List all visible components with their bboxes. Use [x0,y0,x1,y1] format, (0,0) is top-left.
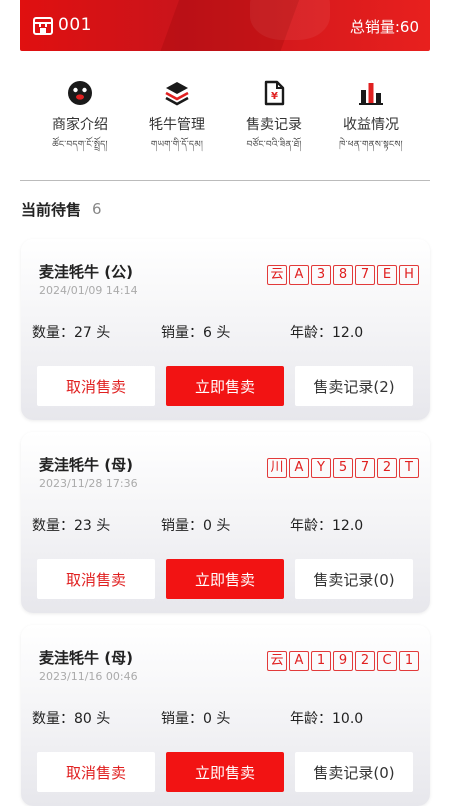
plate-char: A [289,265,309,285]
plate-char: T [399,458,419,478]
total-sales: 总销量:60 [349,18,419,36]
plate-char: 3 [311,265,331,285]
plate-char: 川 [267,458,287,478]
menu-sublabel: བཙོང་བའི་ཟིན་ཐོ། [246,140,302,150]
yak-name: 麦洼牦牛 (公) [39,263,133,281]
listing-time: 2024/01/09 14:14 [39,284,138,297]
cancel-sale-button[interactable]: 取消售卖 [37,752,155,792]
sales-record-button[interactable]: 售卖记录(0) [295,559,413,599]
yak-name: 麦洼牦牛 (母) [39,456,133,474]
sales-record-button[interactable]: 售卖记录(2) [295,366,413,406]
license-plate: 云 A 1 9 2 C 1 [267,651,419,671]
age: 年龄：12.0 [290,325,364,341]
shop-id: 001 [58,15,92,35]
menu-earnings[interactable]: 收益情况 ཁེ་ཕན་གནས་སྟངས། [321,80,421,160]
quantity: 数量：23 头 [32,518,111,534]
plate-char: 1 [399,651,419,671]
sales-count: 销量：0 头 [161,711,231,727]
sell-now-button[interactable]: 立即售卖 [166,366,284,406]
plate-char: C [377,651,397,671]
store-icon [33,17,53,35]
listing-time: 2023/11/16 00:46 [39,670,138,683]
age: 年龄：10.0 [290,711,364,727]
menu-label: 售卖记录 [246,117,302,133]
listing-time: 2023/11/28 17:36 [39,477,138,490]
license-plate: 云 A 3 8 7 E H [267,265,419,285]
menu-sublabel: ཁེ་ཕན་གནས་སྟངས། [339,140,403,150]
sell-now-button[interactable]: 立即售卖 [166,752,284,792]
header-decoration [250,0,330,40]
plate-char: 7 [355,458,375,478]
plate-char: 5 [333,458,353,478]
license-plate: 川 A Y 5 7 2 T [267,458,419,478]
face-icon [68,81,92,105]
menu-sublabel: གཡག་གི་དོ་དམ། [150,140,204,150]
menu-yak-management[interactable]: 牦牛管理 གཡག་གི་དོ་དམ། [127,80,227,160]
plate-char: 2 [377,458,397,478]
menu-sublabel: ཚོང་བདག་ངོ་སྤྲོད། [52,140,108,150]
plate-char: E [377,265,397,285]
cancel-sale-button[interactable]: 取消售卖 [37,559,155,599]
sales-count: 销量：6 头 [161,325,231,341]
plate-char: 7 [355,265,375,285]
plate-char: A [289,651,309,671]
section-title: 当前待售 [21,201,82,219]
plate-char: 2 [355,651,375,671]
plate-char: 9 [333,651,353,671]
sales-count: 销量：0 头 [161,518,231,534]
menu-label: 牦牛管理 [149,117,205,133]
cancel-sale-button[interactable]: 取消售卖 [37,366,155,406]
quantity: 数量：27 头 [32,325,111,341]
yak-listing-card: 麦洼牦牛 (母) 2023/11/28 17:36 川 A Y 5 7 2 T … [21,432,430,613]
sales-record-button[interactable]: 售卖记录(0) [295,752,413,792]
yak-listing-card: 麦洼牦牛 (公) 2024/01/09 14:14 云 A 3 8 7 E H … [21,239,430,420]
yak-listing-card: 麦洼牦牛 (母) 2023/11/16 00:46 云 A 1 9 2 C 1 … [21,625,430,806]
top-header: 001 总销量:60 [20,0,430,51]
function-menu: 商家介绍 ཚོང་བདག་ངོ་སྤྲོད། 牦牛管理 གཡག་གི་དོ་དམ… [20,80,430,160]
quantity: 数量：80 头 [32,711,111,727]
plate-char: 1 [311,651,331,671]
menu-merchant-intro[interactable]: 商家介绍 ཚོང་བདག་ངོ་སྤྲོད། [30,80,130,160]
document-icon: ¥ [264,80,285,106]
bar-chart-icon [359,83,383,105]
section-count: 6 [92,200,102,218]
menu-sales-records[interactable]: ¥ 售卖记录 བཙོང་བའི་ཟིན་ཐོ། [224,80,324,160]
divider [20,180,430,181]
svg-text:¥: ¥ [271,91,278,102]
menu-label: 商家介绍 [52,117,108,133]
sell-now-button[interactable]: 立即售卖 [166,559,284,599]
plate-char: 8 [333,265,353,285]
plate-char: 云 [267,651,287,671]
layers-icon [165,82,189,106]
menu-label: 收益情况 [343,117,399,133]
plate-char: Y [311,458,331,478]
age: 年龄：12.0 [290,518,364,534]
yak-name: 麦洼牦牛 (母) [39,649,133,667]
plate-char: A [289,458,309,478]
plate-char: 云 [267,265,287,285]
plate-char: H [399,265,419,285]
